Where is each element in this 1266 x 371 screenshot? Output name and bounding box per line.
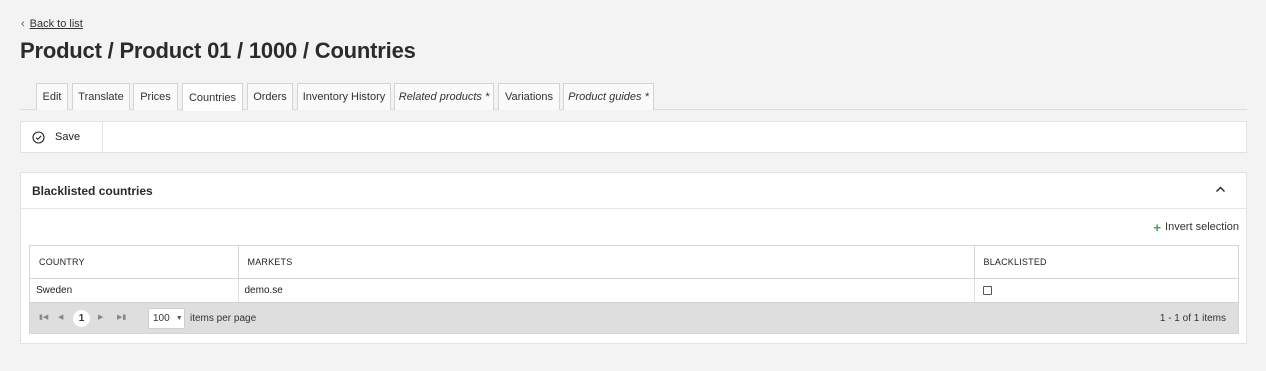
table-row: Sweden demo.se bbox=[30, 278, 1238, 302]
tab-bar: Edit Translate Prices Countries Orders I… bbox=[20, 83, 1247, 111]
caret-down-icon: ▼ bbox=[175, 315, 183, 322]
prev-page-icon[interactable]: ◀ bbox=[58, 313, 63, 321]
blacklisted-cell bbox=[974, 278, 1238, 302]
plus-icon: + bbox=[1153, 219, 1162, 235]
save-button-label: Save bbox=[55, 131, 81, 143]
column-header-country[interactable]: COUNTRY bbox=[30, 246, 239, 279]
panel-title: Blacklisted countries bbox=[32, 183, 153, 198]
blacklisted-checkbox[interactable] bbox=[982, 285, 992, 295]
panel-header: Blacklisted countries bbox=[21, 173, 1246, 209]
countries-grid: COUNTRY MARKETS BLACKLISTED Sweden demo.… bbox=[29, 245, 1239, 334]
page-number-current[interactable]: 1 bbox=[73, 310, 90, 327]
blacklisted-countries-panel: Blacklisted countries + Invert selection… bbox=[20, 172, 1247, 344]
back-to-list: ‹ Back to list bbox=[21, 18, 83, 30]
tab-product-guides[interactable]: Product guides * bbox=[563, 83, 654, 110]
tab-prices[interactable]: Prices bbox=[133, 83, 178, 110]
pager-info: 1 - 1 of 1 items bbox=[1159, 313, 1226, 324]
tab-orders[interactable]: Orders bbox=[247, 83, 293, 110]
column-header-markets[interactable]: MARKETS bbox=[238, 246, 975, 279]
markets-cell: demo.se bbox=[238, 278, 975, 302]
first-page-icon[interactable]: ▮◀ bbox=[39, 313, 48, 321]
tab-edit[interactable]: Edit bbox=[36, 83, 68, 110]
back-to-list-link[interactable]: Back to list bbox=[30, 18, 83, 30]
tab-translate[interactable]: Translate bbox=[72, 83, 130, 110]
pager: ▮◀ ◀ 1 ▶ ▶▮ 100 ▼ items per page 1 - 1 o… bbox=[30, 302, 1238, 333]
tab-related-products[interactable]: Related products * bbox=[394, 83, 494, 110]
invert-selection-button[interactable]: + Invert selection bbox=[1153, 219, 1239, 235]
tab-inventory-history[interactable]: Inventory History bbox=[297, 83, 391, 110]
tab-countries[interactable]: Countries bbox=[182, 83, 243, 111]
page-size-select[interactable]: 100 ▼ bbox=[148, 308, 185, 329]
page-title: Product / Product 01 / 1000 / Countries bbox=[20, 38, 416, 63]
page-size-value: 100 bbox=[153, 313, 170, 324]
items-per-page-label: items per page bbox=[190, 313, 257, 324]
next-page-icon[interactable]: ▶ bbox=[98, 313, 103, 321]
chevron-up-icon[interactable] bbox=[1215, 184, 1226, 195]
column-header-blacklisted[interactable]: BLACKLISTED bbox=[974, 246, 1238, 279]
toolbar: Save bbox=[20, 121, 1247, 153]
check-circle-icon bbox=[32, 130, 45, 144]
chevron-left-icon: ‹ bbox=[21, 18, 25, 30]
last-page-icon[interactable]: ▶▮ bbox=[117, 313, 126, 321]
save-button[interactable]: Save bbox=[21, 122, 103, 152]
invert-selection-label: Invert selection bbox=[1165, 221, 1239, 233]
tab-variations[interactable]: Variations bbox=[498, 83, 560, 110]
country-cell: Sweden bbox=[30, 278, 239, 302]
